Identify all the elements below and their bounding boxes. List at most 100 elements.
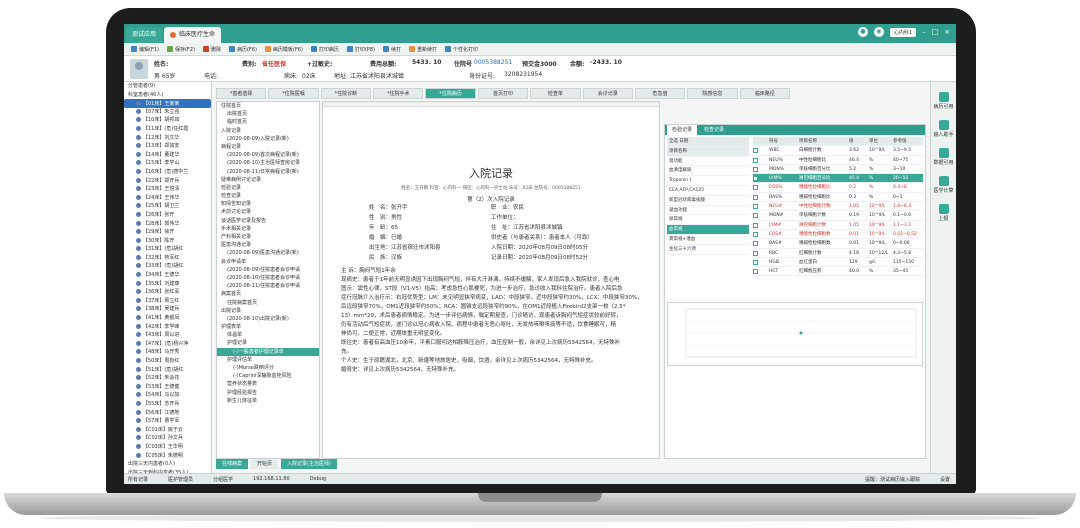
result-row[interactable]: EOS% 嗜酸性粒细胞比 0.2% 0.4~8 <box>753 183 923 193</box>
minimize-icon[interactable]: – <box>922 28 926 36</box>
result-row[interactable]: MON# 单核细胞计数 0.19 10^9/L 0.1~0.6 <box>753 211 923 221</box>
document-tree-item[interactable]: 护理评估单 <box>217 356 319 364</box>
toolbar-button[interactable]: 重新续打 <box>406 46 440 53</box>
document-tree-item[interactable]: (-)一般患者护理记录单 <box>217 347 319 356</box>
result-row[interactable]: BAS# 嗜碱性粒细胞数 0.01 10^9/L 0~0.06 <box>753 239 923 249</box>
dept-select[interactable]: 心内科1 <box>889 27 916 37</box>
patient-tree-item[interactable]: 【01床】王某某 <box>124 99 211 108</box>
lab-list-item[interactable]: 粪常规+潜血 <box>667 235 749 245</box>
patient-tree-item[interactable]: 【16床】(危)唐中兰 <box>124 168 211 177</box>
document-tree-item[interactable]: 出院首页 <box>217 110 319 118</box>
checkbox[interactable] <box>753 148 758 154</box>
lab-list-item[interactable]: 肾功能 <box>667 157 749 167</box>
toolbar-button[interactable]: 病历(F6) <box>226 46 260 53</box>
checkbox[interactable] <box>753 231 758 237</box>
patient-tree-item[interactable]: 【26床】张开 <box>124 211 211 220</box>
lab-list-item[interactable]: 尿常规 <box>667 215 749 226</box>
bottom-tab[interactable]: 开始页 <box>251 459 279 469</box>
result-check[interactable] <box>753 165 769 173</box>
side-tool-button[interactable]: 医学计算 <box>931 176 956 194</box>
patient-tree-item[interactable]: 【36床】张红军 <box>124 288 211 297</box>
toolbar-button[interactable]: 编辑(F1) <box>128 46 162 53</box>
document-tree-item[interactable]: 疑难病例讨论记录 <box>217 176 319 184</box>
document-editor[interactable]: 入院记录 姓名：王开鹏 科室：心内科一 病区：心内科一护士站 床号：02床 住院… <box>322 101 660 459</box>
settings-link[interactable]: 设置 <box>940 476 950 483</box>
toolbar-button[interactable]: 打印(P8) <box>344 46 378 53</box>
patient-tree-item[interactable]: 【C02床】孙文兵 <box>124 434 211 443</box>
checkbox[interactable] <box>753 176 758 182</box>
result-row[interactable]: MON% 单核细胞百分比 5.2% 3~10 <box>753 165 923 175</box>
document-tree-item[interactable]: 体温单 <box>217 331 319 339</box>
document-tree-item[interactable]: 知情告知记录 <box>217 200 319 208</box>
patient-tree-item[interactable]: 【12床】刘文华 <box>124 134 211 143</box>
result-row[interactable]: LYM% 淋巴细胞百分比 45.4% 20~50 <box>753 174 923 184</box>
toolbar-button[interactable]: 删除 <box>200 46 224 53</box>
lab-list-item[interactable]: 凝血功能 <box>667 206 749 216</box>
patient-tree-item[interactable]: 【37床】周立红 <box>124 297 211 306</box>
checkbox[interactable] <box>753 269 758 275</box>
patient-tree-item[interactable]: 【42床】李学峰 <box>124 323 211 332</box>
result-check[interactable] <box>753 156 769 164</box>
document-tree-item[interactable]: (2020-08-10)出院记录(新) <box>217 315 319 323</box>
patient-tree-item[interactable]: 【C01床】姚于云 <box>124 426 211 435</box>
patient-tree-item[interactable]: 【25床】胡卫兰 <box>124 202 211 211</box>
document-tree-item[interactable]: 营养状态量表 <box>217 380 319 388</box>
lab-list-item[interactable]: CEA,AFP,CA125 <box>667 186 749 196</box>
lab-list-item[interactable]: Troponin I <box>667 176 749 186</box>
document-tree-item[interactable]: 产科相关记录 <box>217 233 319 241</box>
nav-tab[interactable]: *住院病历 <box>425 88 476 99</box>
patient-tree-item[interactable]: 【38床】吴建兵 <box>124 305 211 314</box>
result-row[interactable]: HGB 血红蛋白 129 g/L 115~150 <box>753 258 923 268</box>
document-tree-item[interactable]: (2020-08-11)住院患者会诊申请 <box>217 282 319 290</box>
document-tree-item[interactable]: 护理记录 <box>217 339 319 347</box>
document-tree-item[interactable]: (2020-08-09)住院患者会诊申请 <box>217 266 319 274</box>
document-tree-item[interactable]: (2020-08-11)日常病程记录(新) <box>217 168 319 176</box>
patient-tree-item[interactable]: 【10床】胡邦如 <box>124 116 211 125</box>
nav-tab[interactable]: 检查单 <box>530 88 581 99</box>
patient-tree-item[interactable]: 【C03床】王华明 <box>124 443 211 452</box>
bottom-tab[interactable]: 入院记录(主治医师) <box>281 459 337 469</box>
patient-tree-item[interactable]: 【53床】王德健 <box>124 383 211 392</box>
allergy-label[interactable]: +过敏史: <box>307 59 332 68</box>
patient-tree-item[interactable]: 【50床】周有红 <box>124 357 211 366</box>
checkbox[interactable] <box>753 241 758 247</box>
patient-tree-item[interactable]: 【11床】(危)任红霞 <box>124 125 211 134</box>
nav-tab[interactable]: *住院诊断 <box>320 88 372 99</box>
side-tool-button[interactable]: 病历引用 <box>931 92 956 110</box>
result-check[interactable] <box>753 174 769 182</box>
nav-tab[interactable]: 首页打印 <box>477 88 529 99</box>
result-check[interactable] <box>753 239 769 247</box>
document-tree-item[interactable]: 护理经验报告 <box>217 389 319 397</box>
checkbox[interactable] <box>753 194 758 200</box>
tree-group[interactable]: 科室患者(46人) <box>124 91 211 100</box>
lab-list-item[interactable]: 血常规 <box>667 225 749 235</box>
result-row[interactable]: NEU# 中性粒细胞计数 1.05 10^9/L 1.8~6.3 <box>753 202 923 212</box>
nav-tab[interactable]: 危急值 <box>634 88 686 99</box>
patient-tree-item[interactable]: 【32床】蒋军红 <box>124 254 211 263</box>
patient-tree-item[interactable]: 【29床】徐开 <box>124 228 211 237</box>
side-tool-button[interactable]: 输入助手 <box>931 120 956 138</box>
result-check[interactable] <box>753 249 769 257</box>
result-row[interactable]: BAS% 嗜碱性粒细胞比 0.3% 0~1 <box>753 193 923 203</box>
patient-tree-item[interactable]: 【47床】(危)杨兴萍 <box>124 340 211 349</box>
document-tree-item[interactable]: 病程记录 <box>217 143 319 151</box>
checkbox[interactable] <box>753 259 758 265</box>
result-row[interactable]: RBC 红细胞计数 4.18 10^12/L 4.3~5.8 <box>753 249 923 258</box>
patient-tree-item[interactable]: 【22床】郑开兵 <box>124 177 211 186</box>
document-tree-item[interactable]: (2020-08-10)主治医师查房记录 <box>217 159 319 167</box>
chat-icon[interactable]: ● <box>857 27 868 37</box>
close-icon[interactable]: × <box>944 28 950 36</box>
document-tree-item[interactable]: (-)Caprini深静脉血栓风险 <box>217 372 319 380</box>
document-tree-item[interactable]: 检查记录 <box>217 192 319 200</box>
result-check[interactable] <box>753 183 769 191</box>
patient-tree-item[interactable]: 【34床】王德华 <box>124 271 211 280</box>
nav-tab[interactable]: *住院医嘱 <box>268 88 319 99</box>
nav-tab[interactable]: *住院手术 <box>373 88 424 99</box>
checkbox[interactable] <box>753 222 758 228</box>
result-row[interactable]: HCT 红细胞压积 40.0% 35~45 <box>753 267 923 277</box>
patient-tree-item[interactable]: 【30床】陈开 <box>124 237 211 246</box>
document-tree-item[interactable]: (2020-08-10)住院患者会诊申请 <box>217 274 319 282</box>
patient-tree-item[interactable]: 【48床】马开秀 <box>124 348 211 357</box>
patient-tree-item[interactable]: 【24床】王伟华 <box>124 194 211 203</box>
toolbar-button[interactable]: 续打 <box>380 46 404 53</box>
